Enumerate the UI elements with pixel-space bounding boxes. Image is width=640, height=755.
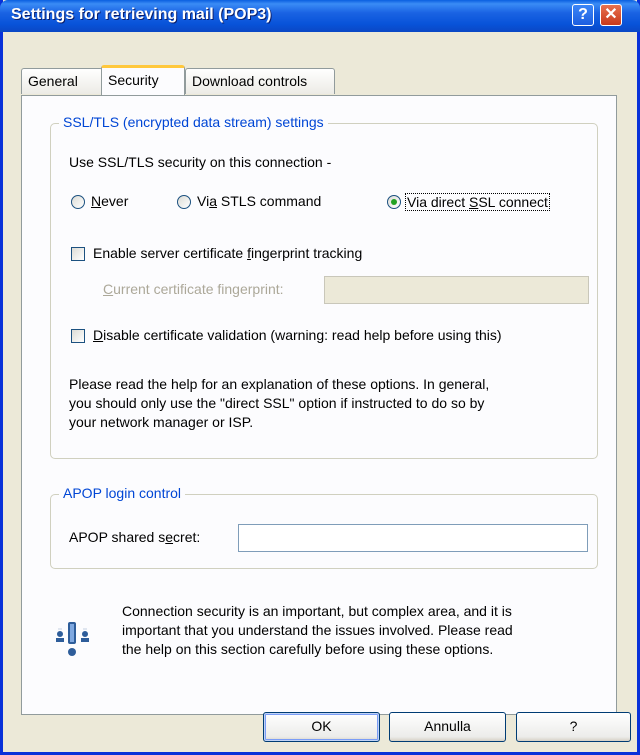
disable-validation-box[interactable] (71, 329, 85, 343)
fingerprint-tracking-checkbox[interactable]: Enable server certificate fingerprint tr… (69, 245, 449, 265)
radio-stls[interactable]: Via STLS command (175, 192, 365, 212)
radio-never[interactable]: Never (69, 192, 159, 212)
apop-group-title: APOP login control (59, 485, 186, 501)
tab-security-label: Security (108, 72, 159, 88)
notice-line-3: the help on this section carefully befor… (122, 641, 494, 657)
apop-secret-label: APOP shared secret: (69, 529, 201, 545)
apop-group: APOP login control APOP shared secret: (50, 485, 598, 569)
title-bar[interactable]: Settings for retrieving mail (POP3) ? ✕ (0, 0, 640, 32)
tab-general[interactable]: General (21, 68, 103, 94)
help-button[interactable]: ? (516, 712, 631, 742)
dialog-window: Settings for retrieving mail (POP3) ? ✕ … (0, 0, 640, 755)
help-title-button[interactable]: ? (572, 4, 594, 26)
fingerprint-tracking-label: Enable server certificate fingerprint tr… (93, 245, 363, 261)
radio-direct-ssl[interactable]: Via direct SSL connect (385, 192, 595, 212)
radio-direct-ssl-label: Via direct SSL connect (405, 193, 550, 211)
tab-panel-security: SSL/TLS (encrypted data stream) settings… (21, 95, 617, 715)
ssl-help-line-1: Please read the help for an explanation … (69, 376, 490, 392)
radio-direct-ssl-circle[interactable] (387, 195, 401, 209)
disable-validation-label: Disable certificate validation (warning:… (93, 327, 502, 343)
tab-download-controls[interactable]: Download controls (185, 68, 335, 94)
current-fingerprint-label: Current certificate fingerprint: (103, 281, 284, 297)
disable-validation-checkbox[interactable]: Disable certificate validation (warning:… (69, 327, 589, 347)
close-icon[interactable]: ✕ (600, 4, 622, 26)
window-title: Settings for retrieving mail (POP3) (11, 6, 272, 23)
radio-stls-circle[interactable] (177, 195, 191, 209)
cancel-button[interactable]: Annulla (389, 712, 506, 742)
ssl-help-line-3: your network manager or ISP. (69, 414, 254, 430)
apop-secret-input[interactable] (238, 524, 588, 552)
ssl-group-title: SSL/TLS (encrypted data stream) settings (59, 114, 328, 130)
fingerprint-tracking-box[interactable] (71, 247, 85, 261)
tab-security[interactable]: Security (101, 65, 185, 95)
radio-never-circle[interactable] (71, 195, 85, 209)
current-fingerprint-field (324, 276, 589, 304)
notice-line-2: important that you understand the issues… (122, 622, 513, 638)
ssl-settings-group: SSL/TLS (encrypted data stream) settings… (50, 114, 598, 459)
radio-never-label: Never (91, 193, 129, 209)
notice-line-1: Connection security is an important, but… (122, 603, 512, 619)
radio-stls-label: Via STLS command (197, 193, 322, 209)
radio-selected-dot (391, 199, 397, 205)
ssl-help-line-2: you should only use the "direct SSL" opt… (69, 395, 485, 411)
ok-button[interactable]: OK (263, 712, 380, 742)
ssl-use-label: Use SSL/TLS security on this connection … (69, 154, 332, 170)
security-warning-icon (53, 620, 93, 660)
